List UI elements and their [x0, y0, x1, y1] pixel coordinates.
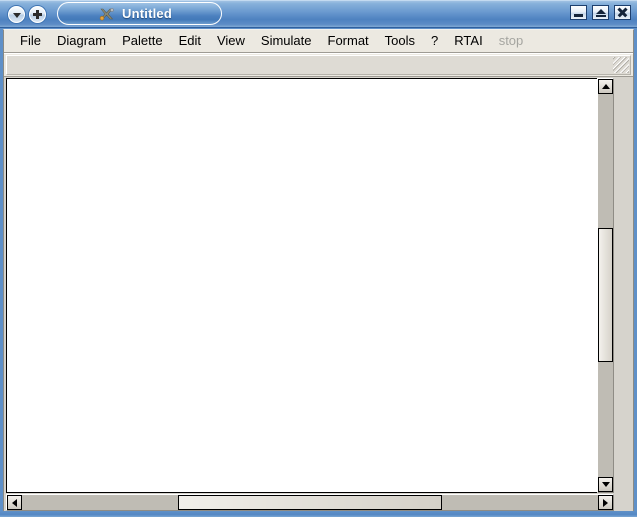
canvas-row	[6, 78, 614, 493]
window-bottom-edge	[0, 511, 637, 517]
xcos-main-window: Untitled File Diagram Palette Edit View Simul…	[0, 0, 637, 517]
xcos-diagram-icon	[99, 6, 115, 22]
toolbar-area	[4, 53, 633, 77]
scroll-left-button[interactable]	[7, 495, 22, 510]
menu-item-[interactable]: ?	[423, 31, 446, 51]
scrollbar-corner	[614, 79, 631, 96]
minimize-icon	[574, 13, 583, 17]
titlebar[interactable]: Untitled	[0, 0, 637, 28]
document-tab[interactable]: Untitled	[57, 2, 222, 25]
menubar: File Diagram Palette Edit View Simulate Format…	[4, 30, 633, 53]
menu-item-tools[interactable]: Tools	[377, 31, 423, 51]
minimize-button[interactable]	[570, 5, 587, 20]
diagram-canvas[interactable]	[6, 78, 597, 493]
horizontal-scroll-thumb[interactable]	[177, 495, 443, 510]
maximize-icon	[595, 9, 606, 17]
menu-item-stop: stop	[498, 33, 524, 48]
maximize-button[interactable]	[592, 5, 609, 20]
plus-icon	[33, 10, 42, 19]
scroll-right-button[interactable]	[598, 495, 613, 510]
menu-item-file[interactable]: File	[12, 31, 49, 51]
arrow-down-icon	[601, 482, 610, 487]
menu-item-edit[interactable]: Edit	[171, 31, 209, 51]
menu-item-format[interactable]: Format	[320, 31, 377, 51]
menu-item-view[interactable]: View	[209, 31, 253, 51]
close-icon	[618, 8, 627, 17]
window-client-area: File Diagram Palette Edit View Simulate Format…	[3, 29, 634, 511]
scroll-up-button[interactable]	[598, 79, 613, 94]
window-menu-button[interactable]	[8, 6, 25, 23]
editor-content	[4, 77, 633, 511]
close-button[interactable]	[614, 5, 631, 20]
menu-item-palette[interactable]: Palette	[114, 31, 170, 51]
arrow-up-icon	[601, 84, 610, 89]
chevron-down-icon	[12, 12, 21, 18]
toolbar	[6, 55, 631, 75]
canvas-column	[6, 78, 614, 511]
window-controls	[570, 5, 631, 20]
menu-item-rtai[interactable]: RTAI	[446, 31, 490, 51]
scroll-down-button[interactable]	[598, 477, 613, 492]
vertical-scroll-thumb[interactable]	[598, 228, 613, 363]
vertical-scroll-track[interactable]	[598, 94, 613, 477]
vertical-scrollbar[interactable]	[597, 78, 614, 493]
menu-item-simulate[interactable]: Simulate	[253, 31, 320, 51]
arrow-left-icon	[12, 498, 17, 507]
document-title: Untitled	[122, 6, 172, 21]
arrow-right-icon	[603, 498, 608, 507]
new-tab-button[interactable]	[29, 6, 46, 23]
horizontal-scrollbar[interactable]	[6, 494, 614, 511]
menu-item-diagram[interactable]: Diagram	[49, 31, 114, 51]
toolbar-drag-grip[interactable]	[613, 57, 629, 73]
horizontal-scroll-track[interactable]	[22, 495, 598, 510]
